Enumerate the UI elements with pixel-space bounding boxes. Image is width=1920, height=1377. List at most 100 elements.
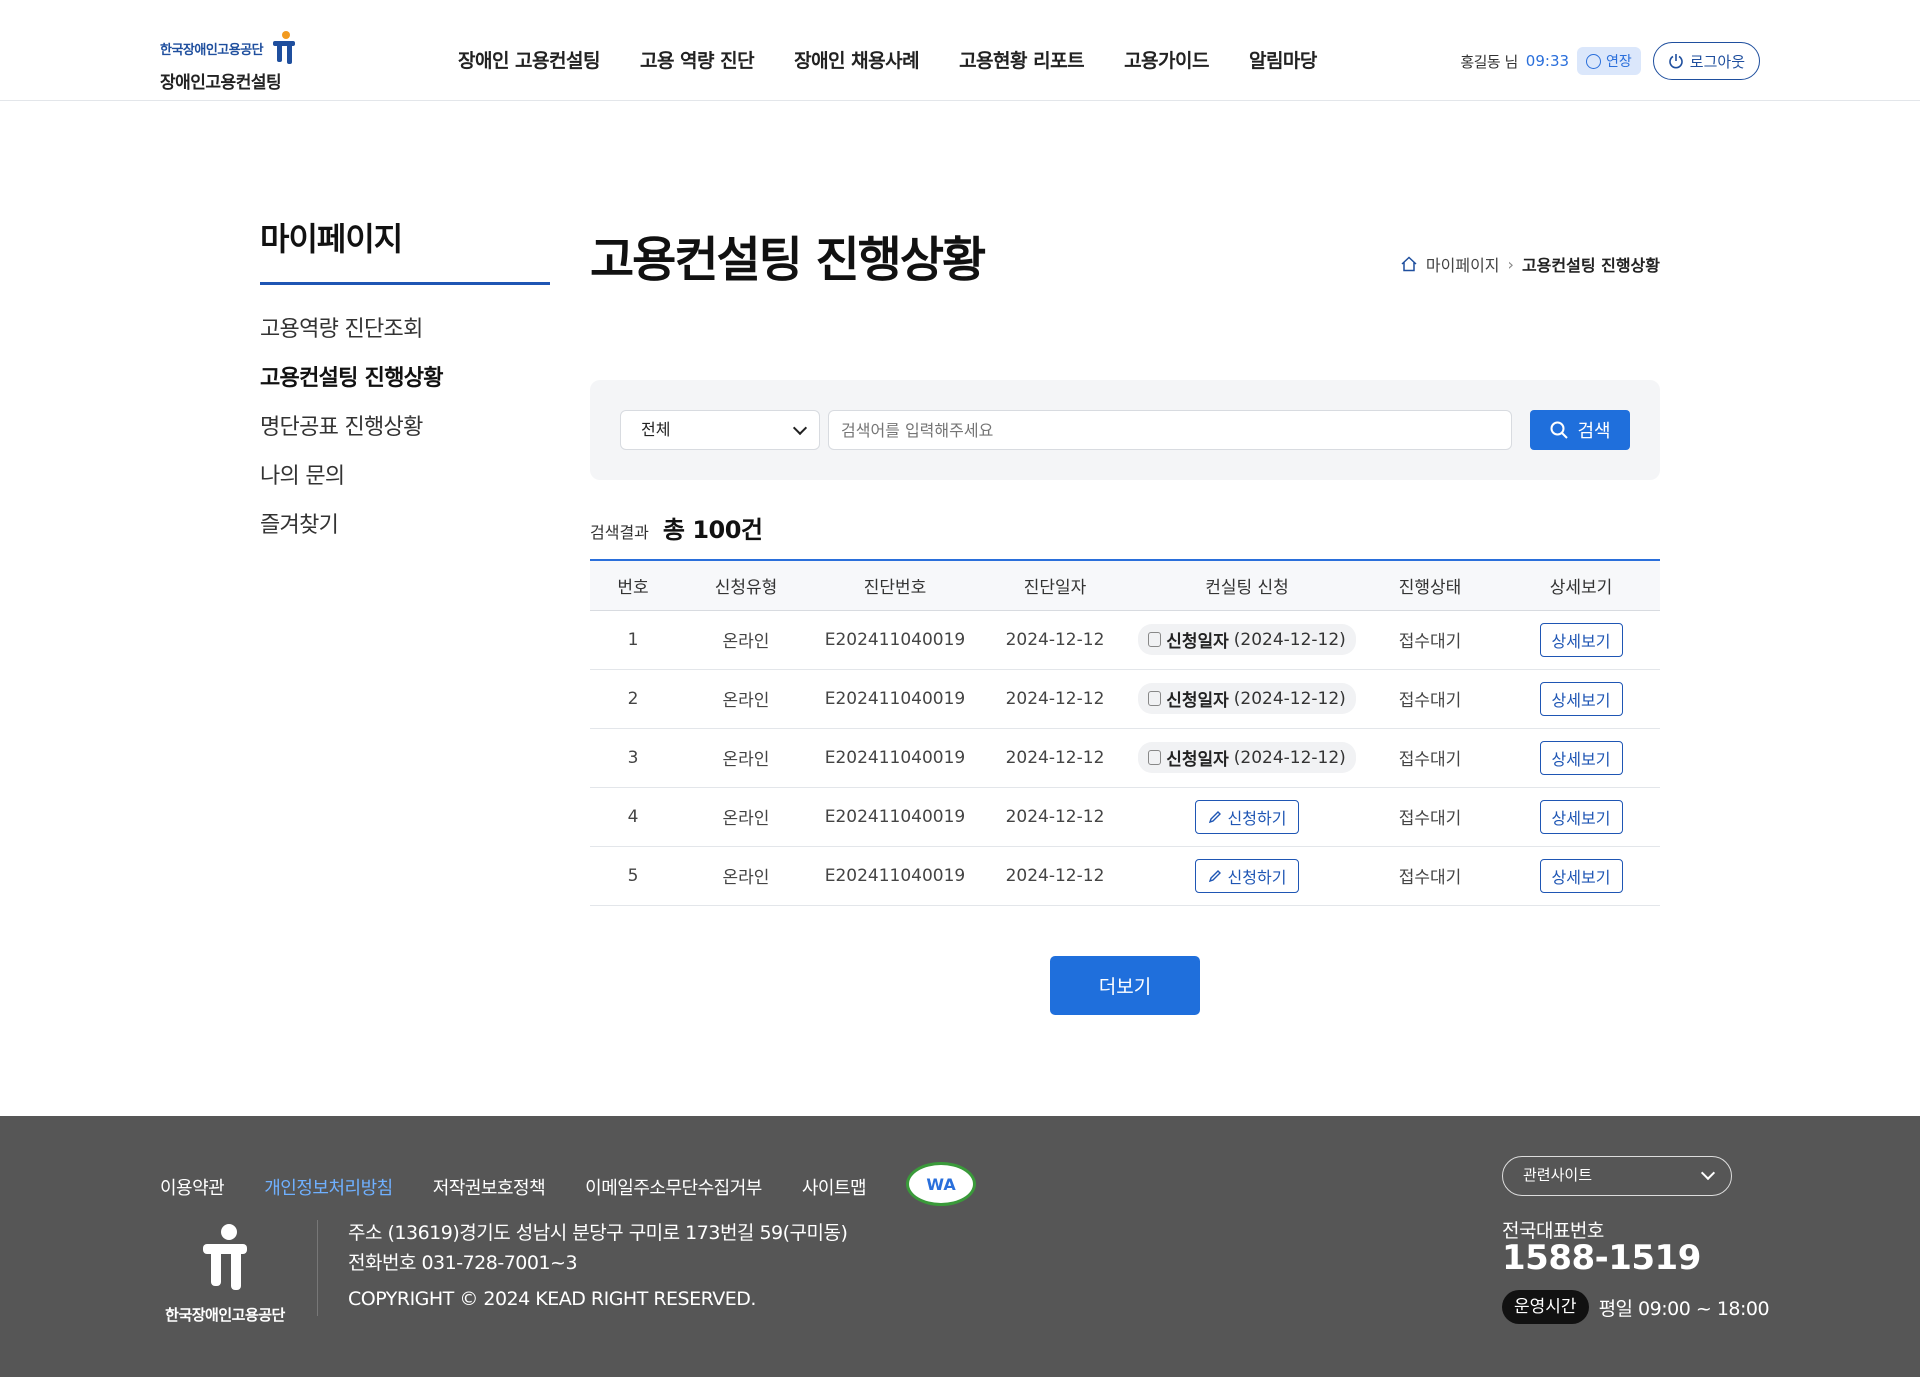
sidebar-item-favorites[interactable]: 즐겨찾기 <box>260 501 550 550</box>
nav-item-report[interactable]: 고용현황 리포트 <box>959 46 1084 73</box>
nav-item-guide[interactable]: 고용가이드 <box>1124 46 1209 73</box>
cell-status: 접수대기 <box>1398 750 1462 770</box>
sidebar-menu: 고용역량 진단조회 고용컨설팅 진행상황 명단공표 진행상황 나의 문의 즐겨찾… <box>260 305 550 550</box>
clock-icon <box>1586 53 1602 69</box>
sidebar-item-my-inquiry[interactable]: 나의 문의 <box>260 452 550 501</box>
detail-button[interactable]: 상세보기 <box>1539 681 1623 716</box>
logout-button[interactable]: 로그아웃 <box>1652 42 1760 80</box>
consulting-table: 번호 신청유형 진단번호 진단일자 컨실팅 신청 진행상태 상세보기 1 온라인… <box>590 559 1660 906</box>
cell-code: E202411040019 <box>824 806 966 827</box>
search-category-select[interactable]: 전체 <box>620 410 820 450</box>
chevron-down-icon <box>792 420 808 436</box>
applied-label: 신청일자 <box>1166 632 1229 652</box>
sidebar-title: 마이페이지 <box>260 214 550 285</box>
applied-chip: 신청일자 (2024-12-12) <box>1138 624 1356 655</box>
cell-consulting: 신청하기 <box>1136 846 1358 905</box>
cell-type: 온라인 <box>722 868 770 888</box>
nav-item-cases[interactable]: 장애인 채용사례 <box>794 46 919 73</box>
cell-type: 온라인 <box>722 750 770 770</box>
search-button[interactable]: 검색 <box>1530 410 1630 450</box>
table-row: 2 온라인 E202411040019 2024-12-12 신청일자 (2024… <box>590 669 1660 728</box>
result-label: 검색결과 <box>590 523 649 542</box>
cell-detail: 상세보기 <box>1502 728 1660 787</box>
breadcrumb-item-current: 고용컨설팅 진행상황 <box>1521 256 1660 275</box>
breadcrumb: 마이페이지 › 고용컨설팅 진행상황 <box>1400 252 1660 276</box>
nav-item-notice[interactable]: 알림마당 <box>1249 46 1317 73</box>
web-accessibility-mark-icon: WA <box>906 1162 977 1206</box>
breadcrumb-item-mypage[interactable]: 마이페이지 <box>1426 252 1500 276</box>
page-title: 고용컨설팅 진행상황 <box>590 232 986 288</box>
nav-item-consulting[interactable]: 장애인 고용컨설팅 <box>458 46 600 73</box>
search-icon <box>1550 421 1569 439</box>
related-sites-label: 관련사이트 <box>1523 1166 1593 1184</box>
table-header-row: 번호 신청유형 진단번호 진단일자 컨실팅 신청 진행상태 상세보기 <box>590 560 1660 610</box>
session-timer: 09:33 <box>1525 52 1570 70</box>
footer-link-terms[interactable]: 이용약관 <box>160 1174 225 1200</box>
sidebar-item-diagnosis[interactable]: 고용역량 진단조회 <box>260 305 550 354</box>
logo-org-name: 한국장애인고용공단 <box>160 42 264 58</box>
cell-detail: 상세보기 <box>1502 787 1660 846</box>
site-footer: 이용약관 개인정보처리방침 저작권보호정책 이메일주소무단수집거부 사이트맵 W… <box>0 1116 1920 1377</box>
footer-link-sitemap[interactable]: 사이트맵 <box>802 1174 867 1200</box>
kead-logo-icon <box>273 31 296 64</box>
cell-code: E202411040019 <box>824 865 966 886</box>
cell-consulting: 신청일자 (2024-12-12) <box>1136 610 1358 669</box>
detail-button[interactable]: 상세보기 <box>1539 740 1623 775</box>
cell-code: E202411040019 <box>824 688 966 709</box>
site-logo[interactable]: 한국장애인고용공단 장애인고용컨설팅 <box>160 30 299 93</box>
table-row: 4 온라인 E202411040019 2024-12-12 신청하기 접수대기… <box>590 787 1660 846</box>
cell-number: 5 <box>627 865 639 886</box>
apply-consulting-button[interactable]: 신청하기 <box>1194 799 1300 834</box>
cell-date: 2024-12-12 <box>1005 688 1105 709</box>
cell-status: 접수대기 <box>1398 691 1462 711</box>
col-type: 신청유형 <box>714 577 778 598</box>
apply-consulting-button[interactable]: 신청하기 <box>1194 858 1300 893</box>
clipboard-icon <box>1148 750 1162 765</box>
col-status: 진행상태 <box>1398 577 1462 598</box>
cell-type: 온라인 <box>722 809 770 829</box>
cell-number: 1 <box>627 629 639 650</box>
cell-status: 접수대기 <box>1398 809 1462 829</box>
home-icon[interactable] <box>1400 255 1418 273</box>
logo-service-name: 장애인고용컨설팅 <box>160 73 282 93</box>
related-sites-select[interactable]: 관련사이트 <box>1502 1156 1732 1196</box>
detail-button[interactable]: 상세보기 <box>1539 622 1623 657</box>
footer-link-email-policy[interactable]: 이메일주소무단수집거부 <box>585 1174 762 1200</box>
cell-date: 2024-12-12 <box>1005 865 1105 886</box>
cell-type: 온라인 <box>722 632 770 652</box>
footer-link-privacy[interactable]: 개인정보처리방침 <box>264 1174 393 1200</box>
sidebar: 마이페이지 고용역량 진단조회 고용컨설팅 진행상황 명단공표 진행상황 나의 … <box>260 214 550 550</box>
applied-chip: 신청일자 (2024-12-12) <box>1138 742 1356 773</box>
cell-status: 접수대기 <box>1398 868 1462 888</box>
footer-logo: 한국장애인고용공단 <box>160 1222 290 1325</box>
logout-label: 로그아웃 <box>1689 52 1745 71</box>
footer-links: 이용약관 개인정보처리방침 저작권보호정책 이메일주소무단수집거부 사이트맵 W… <box>160 1162 977 1206</box>
user-area: 홍길동 님 09:33 연장 로그아웃 <box>1460 42 1760 80</box>
search-panel: 전체 검색 <box>590 380 1660 480</box>
chevron-down-icon <box>1700 1165 1716 1181</box>
footer-divider <box>317 1220 318 1316</box>
power-icon <box>1669 54 1683 69</box>
detail-button[interactable]: 상세보기 <box>1539 799 1623 834</box>
applied-label: 신청일자 <box>1166 691 1229 711</box>
apply-label: 신청하기 <box>1227 808 1287 828</box>
clipboard-icon <box>1148 691 1162 706</box>
applied-date: (2024-12-12) <box>1233 747 1346 768</box>
applied-date: (2024-12-12) <box>1233 688 1346 709</box>
sidebar-item-consulting-progress[interactable]: 고용컨설팅 진행상황 <box>260 354 550 403</box>
apply-label: 신청하기 <box>1227 867 1287 887</box>
kead-logo-icon <box>203 1224 247 1290</box>
load-more-button[interactable]: 더보기 <box>1050 956 1200 1015</box>
applied-chip: 신청일자 (2024-12-12) <box>1138 683 1356 714</box>
footer-link-copyright[interactable]: 저작권보호정책 <box>433 1174 546 1200</box>
col-detail: 상세보기 <box>1549 577 1613 598</box>
sidebar-item-disclosure-progress[interactable]: 명단공표 진행상황 <box>260 403 550 452</box>
footer-address: 주소 (13619)경기도 성남시 분당구 구미로 173번길 59(구미동) <box>348 1222 848 1244</box>
detail-button[interactable]: 상세보기 <box>1539 858 1623 893</box>
extend-session-button[interactable]: 연장 <box>1577 47 1641 75</box>
nav-item-diagnosis[interactable]: 고용 역량 진단 <box>640 46 755 73</box>
cell-number: 4 <box>627 806 639 827</box>
search-input[interactable] <box>828 410 1512 450</box>
cell-detail: 상세보기 <box>1502 846 1660 905</box>
search-category-value: 전체 <box>641 420 671 439</box>
